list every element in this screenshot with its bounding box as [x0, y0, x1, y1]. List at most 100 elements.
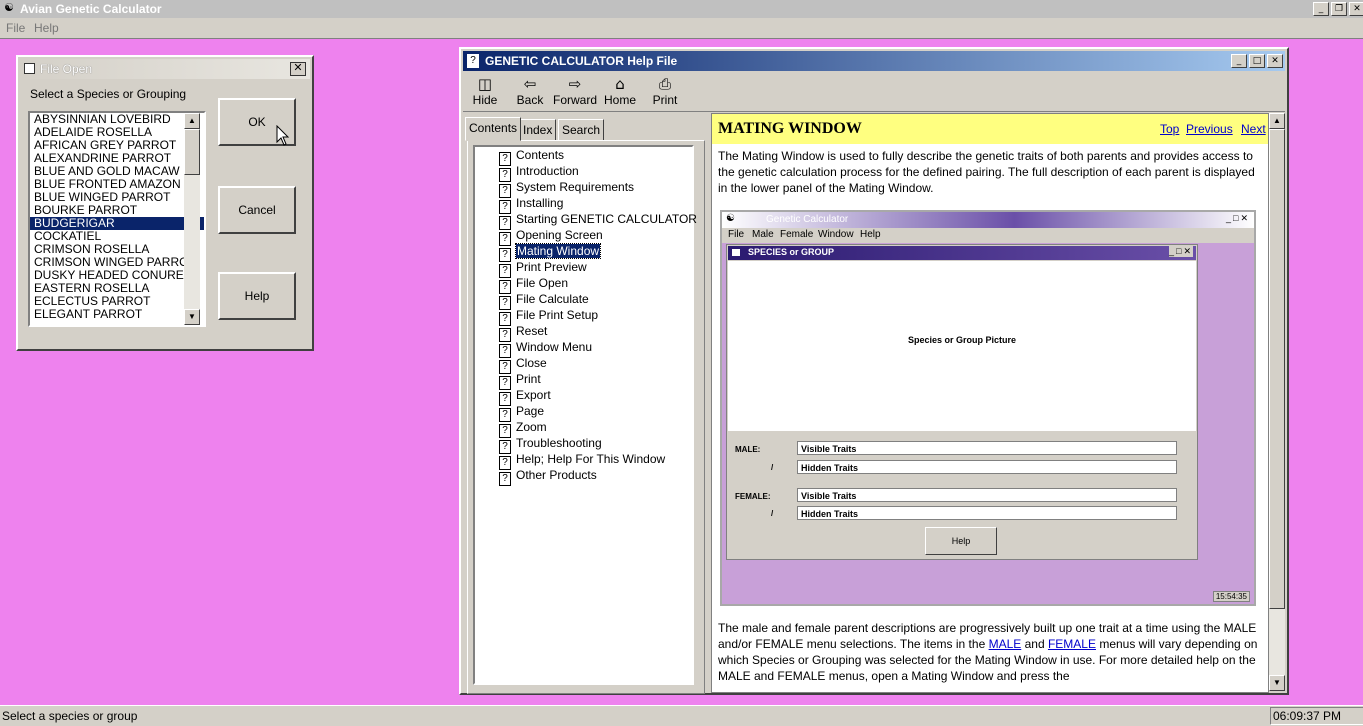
toc-item[interactable]: ? Reset: [499, 323, 547, 342]
status-bar: Select a species or group 06:09:37 PM: [0, 705, 1363, 726]
back-label: Back: [516, 93, 544, 107]
inner-window-icon: [732, 249, 740, 256]
toc-item-selected[interactable]: ? Mating Window: [499, 243, 602, 262]
toc-item[interactable]: ? Starting GENETIC CALCULATOR: [499, 211, 697, 230]
embed-menu-male: Male: [752, 229, 774, 240]
menu-bar: File Help: [0, 18, 1363, 39]
back-arrow-icon: ⇦: [523, 75, 537, 93]
minimize-button[interactable]: _: [1313, 2, 1329, 16]
home-icon: ⌂: [615, 75, 625, 93]
dialog-label: Select a Species or Grouping: [30, 87, 187, 101]
female-hidden-traits: Hidden Traits: [797, 506, 1177, 520]
inner-title-bar: SPECIES or GROUP _□✕: [728, 246, 1196, 260]
tab-search[interactable]: Search: [558, 119, 605, 141]
inner-title: SPECIES or GROUP: [748, 247, 835, 257]
tab-contents[interactable]: Contents: [465, 117, 522, 141]
forward-label: Forward: [553, 93, 598, 107]
toc-item[interactable]: ? Other Products: [499, 467, 597, 486]
home-label: Home: [603, 93, 636, 107]
toc-item[interactable]: ? Help; Help For This Window: [499, 451, 665, 470]
female-visible-traits: Visible Traits: [797, 488, 1177, 502]
toc-item[interactable]: ? Print: [499, 371, 541, 390]
female-link[interactable]: FEMALE: [1048, 637, 1096, 651]
tab-index[interactable]: Index: [519, 119, 557, 141]
species-group-window: SPECIES or GROUP _□✕ Species or Group Pi…: [726, 244, 1198, 560]
toc-item[interactable]: ? System Requirements: [499, 179, 634, 198]
scroll-down-icon[interactable]: ▼: [184, 309, 200, 325]
toc-item[interactable]: ? Installing: [499, 195, 563, 214]
print-button[interactable]: ⎙ Print: [643, 75, 687, 107]
file-open-dialog: File Open ✕ Select a Species or Grouping…: [16, 55, 314, 351]
nav-top-link[interactable]: Top: [1160, 122, 1179, 136]
scroll-up-icon[interactable]: ▲: [184, 113, 200, 129]
toc-item[interactable]: ? File Open: [499, 275, 568, 294]
embed-window-buttons: _□✕: [1226, 213, 1250, 223]
topic-paragraph-2: The male and female parent descriptions …: [718, 621, 1258, 683]
topic-header: MATING WINDOW Top Previous Next: [712, 114, 1268, 144]
topic-pane: MATING WINDOW Top Previous Next The Mati…: [711, 113, 1269, 693]
topic-scroll-up-icon[interactable]: ▲: [1269, 113, 1285, 129]
dialog-close-button[interactable]: ✕: [290, 62, 306, 76]
embed-menu-female: Female: [780, 229, 814, 240]
dialog-title: File Open: [40, 62, 93, 76]
help-toolbar: ◫ Hide ⇦ Back ⇨ Forward ⌂ Home ⎙ Print: [463, 73, 1285, 112]
toc-item[interactable]: ? Page: [499, 403, 544, 422]
topic-scrollbar[interactable]: ▲ ▼: [1269, 113, 1285, 691]
status-text: Select a species or group: [2, 709, 138, 723]
embed-title: Genetic Calculator: [766, 214, 849, 225]
mating-window-illustration: ☯ Genetic Calculator _□✕ File Male Femal…: [720, 210, 1256, 606]
help-topic-icon: ?: [499, 472, 511, 486]
female-slash: /: [771, 509, 774, 518]
toc-item[interactable]: ? Window Menu: [499, 339, 592, 358]
home-button[interactable]: ⌂ Home: [598, 75, 642, 107]
embed-menu-file: File: [728, 229, 745, 240]
help-minimize-button[interactable]: _: [1231, 54, 1247, 68]
species-list[interactable]: ABYSINNIAN LOVEBIRD ADELAIDE ROSELLA AFR…: [28, 111, 206, 327]
menu-file[interactable]: File: [6, 21, 25, 35]
list-scrollbar[interactable]: ▲ ▼: [184, 113, 200, 325]
male-link[interactable]: MALE: [989, 637, 1022, 651]
list-item[interactable]: ELEGANT PARROT: [30, 308, 204, 321]
printer-icon: ⎙: [658, 75, 671, 93]
dialog-title-bar: File Open ✕: [20, 59, 310, 79]
contents-tree[interactable]: ? Contents ? Introduction ? System Requirem…: [473, 145, 697, 685]
embed-app-icon: ☯: [726, 213, 735, 224]
toc-item[interactable]: ? Close: [499, 355, 547, 374]
nav-previous-link[interactable]: Previous: [1186, 122, 1233, 136]
toc-item[interactable]: ? Export: [499, 387, 551, 406]
toc-item[interactable]: ? File Calculate: [499, 291, 589, 310]
help-title-bar: ? GENETIC CALCULATOR Help File _ □ ✕: [463, 51, 1285, 71]
scroll-thumb[interactable]: [184, 129, 200, 175]
print-label: Print: [652, 93, 678, 107]
back-button[interactable]: ⇦ Back: [508, 75, 552, 107]
toc-item[interactable]: ? Contents: [499, 147, 564, 166]
help-button[interactable]: Help: [218, 272, 296, 320]
cancel-button[interactable]: Cancel: [218, 186, 296, 234]
nav-next-link[interactable]: Next: [1241, 122, 1266, 136]
help-maximize-button[interactable]: □: [1249, 54, 1265, 68]
mouse-cursor-icon: [276, 125, 290, 146]
toc-item[interactable]: ? Opening Screen: [499, 227, 603, 246]
restore-button[interactable]: ❐: [1331, 2, 1347, 16]
toc-item[interactable]: ? Troubleshooting: [499, 435, 602, 454]
forward-button[interactable]: ⇨ Forward: [553, 75, 597, 107]
app-icon: ☯: [4, 2, 14, 14]
hide-button[interactable]: ◫ Hide: [463, 75, 507, 107]
toc-item[interactable]: ? Zoom: [499, 419, 547, 438]
close-button[interactable]: ✕: [1349, 2, 1363, 16]
topic-scroll-down-icon[interactable]: ▼: [1269, 675, 1285, 691]
toc-item[interactable]: ? Introduction: [499, 163, 579, 182]
toc-item[interactable]: ? File Print Setup: [499, 307, 598, 326]
female-label: FEMALE:: [735, 492, 771, 501]
topic-scroll-thumb[interactable]: [1269, 129, 1285, 609]
male-visible-traits: Visible Traits: [797, 441, 1177, 455]
app-title: Avian Genetic Calculator: [20, 2, 162, 16]
topic-paragraph-1: The Mating Window is used to fully descr…: [718, 149, 1255, 195]
embed-menu-window: Window: [818, 229, 854, 240]
toc-item[interactable]: ? Print Preview: [499, 259, 587, 278]
male-hidden-traits: Hidden Traits: [797, 460, 1177, 474]
menu-help[interactable]: Help: [34, 21, 59, 35]
inner-help-button: Help: [925, 527, 997, 555]
forward-arrow-icon: ⇨: [568, 75, 582, 93]
help-close-button[interactable]: ✕: [1267, 54, 1283, 68]
